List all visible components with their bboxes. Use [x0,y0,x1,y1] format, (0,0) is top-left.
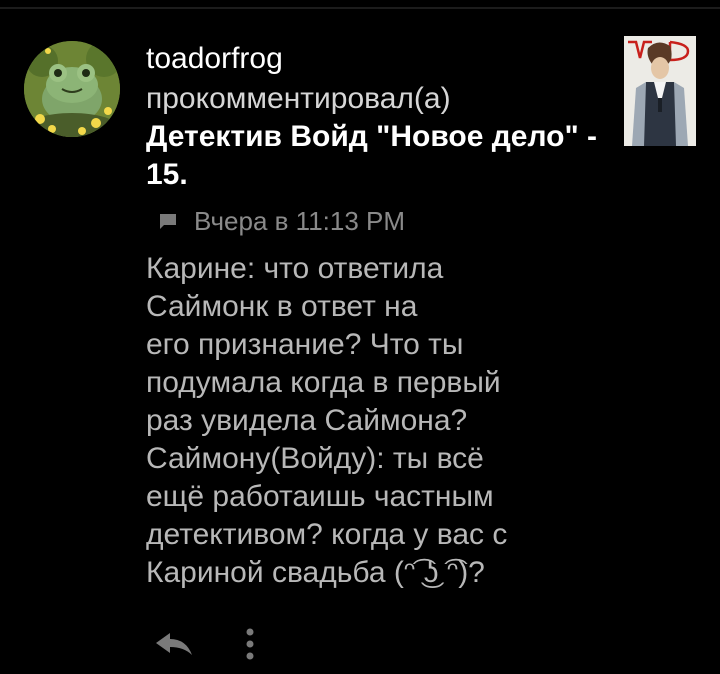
meta-row: Вчера в 11:13 PM [158,205,405,237]
comment-line: его признание? Что ты [146,328,464,361]
comment-line: детективом? когда у вас с [146,518,508,551]
username[interactable]: toadorfrog [146,40,283,78]
frog-avatar-image [24,41,120,137]
post-title-link[interactable]: Детектив Войд "Новое дело" - 15. [146,118,601,194]
comment-text: Карине: что ответила Саймонк в ответ на … [146,250,586,592]
more-options-button[interactable] [236,626,264,666]
comment-line: ещё работаишь частным [146,480,494,513]
comment-line: Карине: что ответила [146,252,444,285]
user-avatar[interactable] [24,41,120,137]
reply-button[interactable] [150,630,198,662]
detective-cover-image [624,36,696,146]
comment-line: Кариной свадьба (ᵔ͡ ͜ʖ ͡ᵔ)? [146,556,485,589]
top-divider [0,7,720,9]
comment-line: Саймону(Войду): ты всё [146,442,484,475]
post-thumbnail[interactable] [624,36,696,146]
comment-line: раз увидела Саймона? [146,404,468,437]
vertical-dots-icon [244,626,256,667]
comment-line: Саймонк в ответ на [146,290,418,323]
comment-bubble-icon [158,211,178,231]
action-text: прокомментировал(а) [146,82,451,115]
timestamp: Вчера в 11:13 PM [194,205,406,236]
comment-line: подумала когда в первый [146,366,501,399]
reply-arrow-icon [152,631,196,662]
